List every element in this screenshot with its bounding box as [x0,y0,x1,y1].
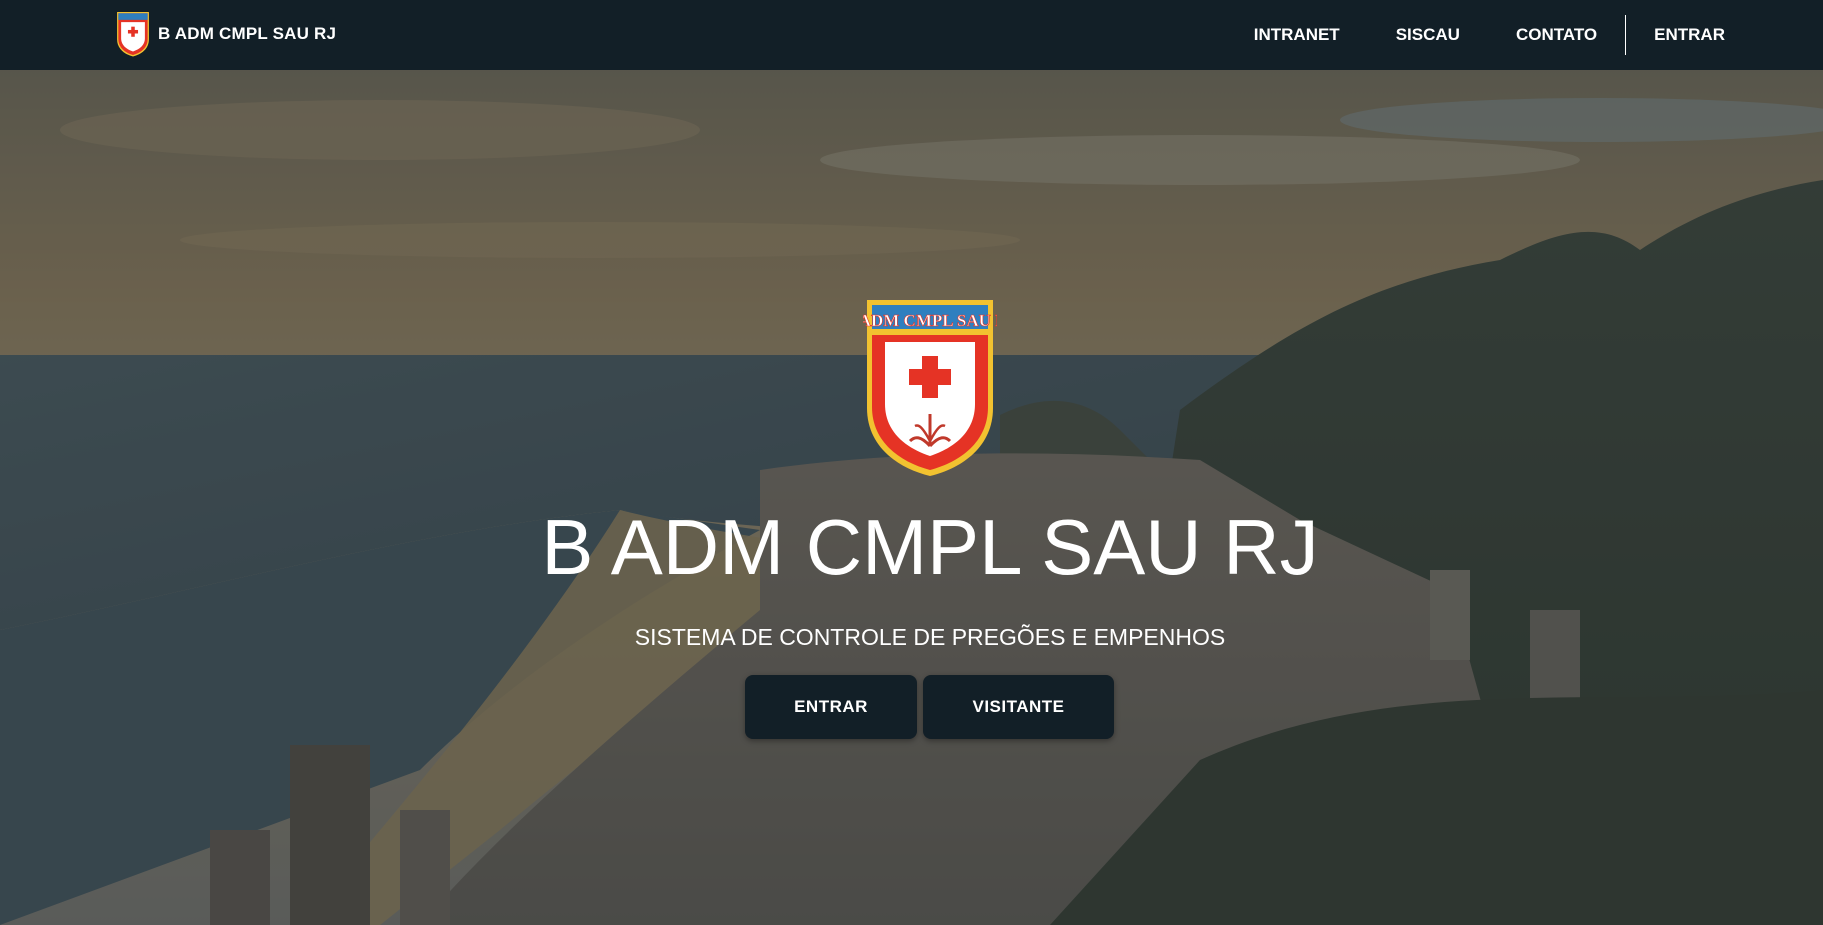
nav-link-contato[interactable]: CONTATO [1488,0,1625,70]
hero-subtitle: SISTEMA DE CONTROLE DE PREGÕES E EMPENHO… [634,624,1226,650]
nav-link-intranet[interactable]: INTRANET [1226,0,1368,70]
hero-title: B ADM CMPL SAU RJ [541,503,1319,591]
brand-link[interactable]: B ADM CMPL SAU RJ [116,10,336,58]
entrar-button[interactable]: ENTRAR [745,675,917,739]
nav-link-siscau[interactable]: SISCAU [1368,0,1488,70]
hero-button-group: ENTRAR VISITANTE [745,675,1114,739]
emblem-shield-icon: B ADM CMPL SAU RJ [863,300,997,476]
visitante-button[interactable]: VISITANTE [923,675,1114,739]
nav-menu: INTRANET SISCAU CONTATO ENTRAR [1226,0,1753,70]
page: B ADM CMPL SAU RJ INTRANET SISCAU CONTAT… [0,0,1823,925]
emblem-logo-icon [117,12,149,57]
top-navbar: B ADM CMPL SAU RJ INTRANET SISCAU CONTAT… [0,0,1823,70]
emblem-banner-text: B ADM CMPL SAU RJ [863,311,997,330]
brand-title: B ADM CMPL SAU RJ [158,24,337,43]
nav-link-entrar[interactable]: ENTRAR [1626,0,1753,70]
hero-section: B ADM CMPL SAU RJ B ADM CMPL SAU RJ SIST… [0,70,1823,925]
hero-content: B ADM CMPL SAU RJ B ADM CMPL SAU RJ SIST… [0,70,1823,925]
